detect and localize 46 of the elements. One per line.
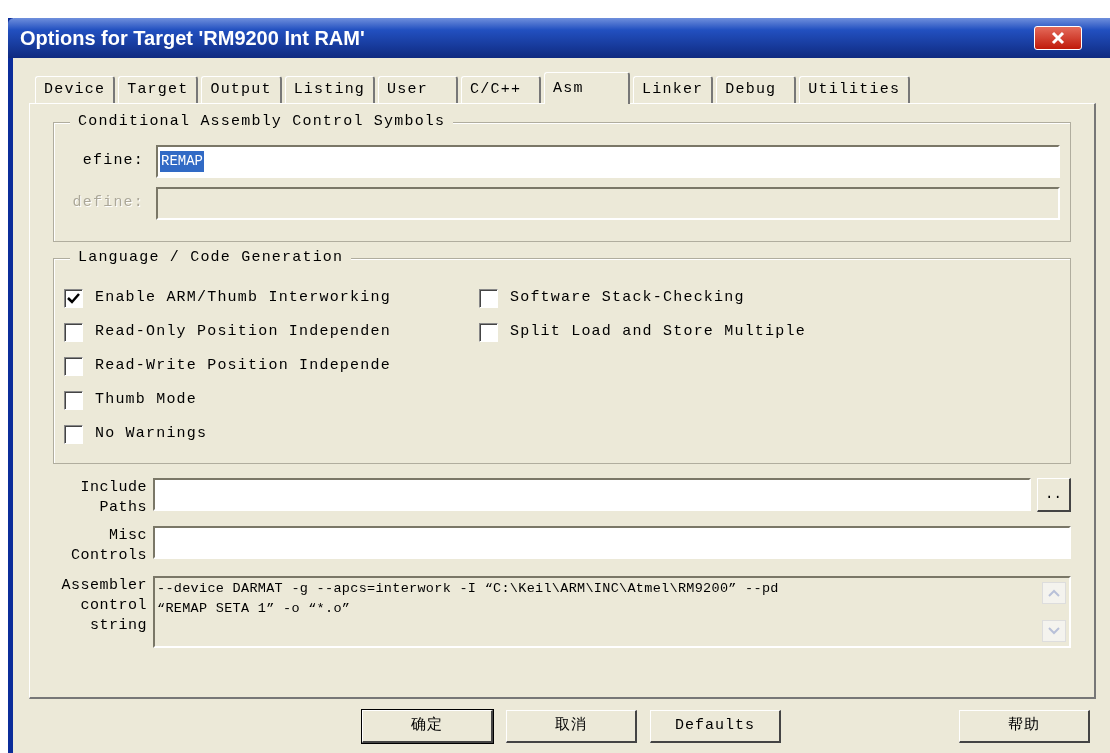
dialog-button[interactable]: 帮助 xyxy=(959,710,1090,743)
label-line: Paths xyxy=(98,498,147,518)
checkbox-label: No Warnings xyxy=(95,423,208,444)
checkbox-label: Read-Write Position Independe xyxy=(95,355,391,376)
checkbox[interactable] xyxy=(64,288,83,308)
input-field[interactable] xyxy=(153,526,1071,559)
input-field[interactable]: REMAP xyxy=(156,145,1060,178)
tab[interactable]: C/C++ xyxy=(461,76,542,103)
window-title: Options for Target 'RM9200 Int RAM' xyxy=(20,26,366,51)
tab[interactable]: Linker xyxy=(633,76,714,103)
checkbox-label: Thumb Mode xyxy=(95,389,197,410)
checkbox-label: Software Stack-Checking xyxy=(510,287,745,308)
checkbox[interactable] xyxy=(64,322,83,342)
dialog-button[interactable]: Defaults xyxy=(650,710,781,743)
tab[interactable]: Target xyxy=(118,76,199,103)
command-line: “REMAP SETA 1” -o “*.o” xyxy=(157,600,352,618)
command-line: --device DARMAT -g --apcs=interwork -I “C:\Keil\ARM\INC\Atmel\RM9200” --pd xyxy=(157,580,780,598)
label-line: Assembler xyxy=(60,576,147,596)
label-line: Include xyxy=(79,478,147,498)
field-label: define: xyxy=(71,193,145,214)
checkbox[interactable] xyxy=(479,288,498,308)
tab[interactable]: Listing xyxy=(284,76,376,103)
tab[interactable]: Output xyxy=(201,76,282,103)
checkbox-label: Enable ARM/Thumb Interworking xyxy=(95,287,391,308)
checkbox[interactable] xyxy=(64,390,83,410)
field-label: efine: xyxy=(81,151,145,172)
tab[interactable]: Utilities xyxy=(799,76,911,103)
dialog-button[interactable]: 取消 xyxy=(506,710,637,743)
tab[interactable]: Device xyxy=(35,76,116,103)
checkbox-label: Split Load and Store Multiple xyxy=(510,321,806,342)
input-field[interactable] xyxy=(153,478,1031,511)
close-button[interactable] xyxy=(1034,26,1082,50)
checkbox-label: Read-Only Position Independen xyxy=(95,321,391,342)
checkbox[interactable] xyxy=(479,322,498,342)
tab[interactable]: Asm xyxy=(544,72,631,104)
label-line: Misc xyxy=(108,526,147,546)
label-line: string xyxy=(89,616,147,636)
label-line: control xyxy=(79,596,147,616)
close-icon xyxy=(1051,31,1065,45)
tab[interactable]: User xyxy=(378,76,459,103)
dialog-button[interactable]: 确定 xyxy=(362,710,493,743)
tab[interactable]: Debug xyxy=(716,76,797,103)
checkbox[interactable] xyxy=(64,424,83,444)
checkbox[interactable] xyxy=(64,356,83,376)
browse-button[interactable]: .. xyxy=(1037,478,1071,512)
label-line: Controls xyxy=(70,546,147,566)
